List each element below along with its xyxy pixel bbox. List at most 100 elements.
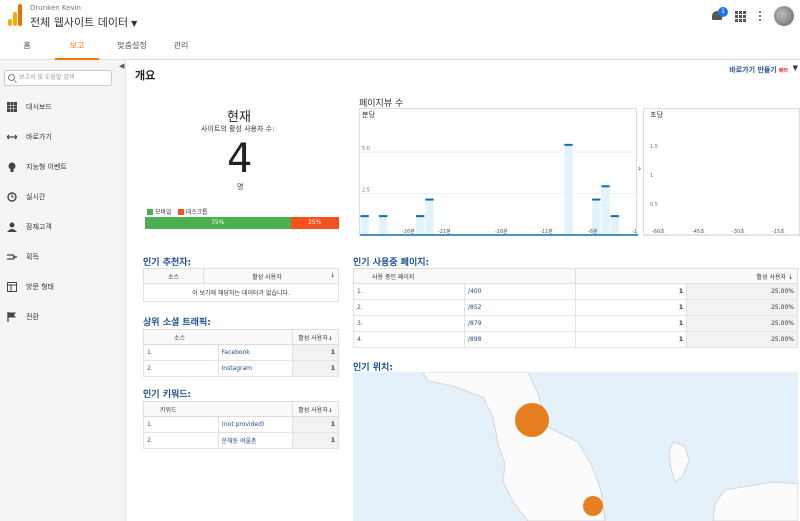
sidebar-item-shortcuts[interactable]: 바로가기 bbox=[0, 126, 126, 148]
sidebar-item-behavior[interactable]: 방문 형태 bbox=[0, 276, 126, 298]
page-path-link[interactable]: /898 bbox=[464, 331, 576, 348]
acquisition-icon bbox=[7, 254, 17, 260]
bar bbox=[601, 185, 610, 235]
social-source-link[interactable]: Facebook bbox=[217, 344, 293, 361]
tab-home[interactable]: 홈 bbox=[18, 32, 36, 60]
referrals-table: 소스 활성 사용자 ↓ 이 보기에 해당하는 데이터가 없습니다. bbox=[143, 268, 339, 302]
y-tick-label: 0.5 bbox=[650, 202, 658, 208]
page-path-link[interactable]: /879 bbox=[464, 315, 576, 332]
caret-down-icon[interactable]: ▼ bbox=[793, 64, 798, 72]
chart-nav-arrow-icon[interactable]: › bbox=[638, 164, 641, 173]
x-tick-label: -45초 bbox=[692, 229, 705, 235]
x-tick-label: -60초 bbox=[652, 229, 665, 235]
sidebar-item-conversions[interactable]: 전환 bbox=[0, 306, 126, 328]
apps-grid-icon[interactable] bbox=[735, 10, 746, 22]
table-row: 4. /898 1 25.00% bbox=[353, 331, 798, 348]
sidebar-item-intelligence[interactable]: 지능형 이벤트 bbox=[0, 156, 126, 178]
main-content: 개요 바로가기 만들기 베타 ▼ 현재 사이트의 활성 사용자 수: 4 명 모바… bbox=[127, 60, 800, 521]
location-bubble-seoul[interactable] bbox=[515, 403, 549, 437]
sidebar-item-acquisition[interactable]: 획득 bbox=[0, 246, 126, 268]
col-source[interactable]: 소스 bbox=[143, 329, 293, 345]
per-second-chart-svg: 초당 0.5 1 1.5 -60초 -45초 -30초 -15초 bbox=[644, 110, 800, 236]
locations-map[interactable] bbox=[353, 372, 798, 521]
keyword-link[interactable]: 운해동 여울촌 bbox=[217, 432, 293, 449]
col-source[interactable]: 소스 bbox=[143, 268, 204, 284]
active-pages-table: 사용 중인 페이지 활성 사용자 ↓ 1. /400 1 25.00% 2. /… bbox=[353, 268, 798, 348]
realtime-clock-icon bbox=[7, 192, 17, 202]
top-keywords-title: 인기 키워드: bbox=[143, 390, 192, 400]
account-name: Drunken Kevin bbox=[30, 4, 81, 12]
analytics-logo-icon[interactable] bbox=[8, 4, 22, 26]
active-users-count: 4 bbox=[227, 136, 253, 182]
active-users-subtitle: 사이트의 활성 사용자 수: bbox=[201, 125, 275, 133]
page-path-link[interactable]: /852 bbox=[464, 299, 576, 316]
create-shortcut-link[interactable]: 바로가기 만들기 베타 bbox=[729, 65, 788, 75]
location-bubble-busan[interactable] bbox=[583, 496, 603, 516]
search-input[interactable]: 보고서 및 도움말 검색 bbox=[4, 70, 112, 86]
x-tick-label: -15초 bbox=[772, 229, 785, 235]
table-row: 2. Instagram 1 bbox=[143, 360, 339, 377]
table-row: 1. (not provided) 1 bbox=[143, 416, 339, 433]
sidebar-item-label: 실시간 bbox=[26, 193, 46, 201]
table-row: 2. /852 1 25.00% bbox=[353, 299, 798, 316]
bar bbox=[379, 215, 388, 235]
keywords-table: 키워드 활성 사용자↓ 1. (not provided) 1 2. 운해동 여… bbox=[143, 401, 339, 449]
sidebar: 보고서 및 도움말 검색 대시보드 바로가기 지능형 이벤트 실시간 잠재고객 … bbox=[0, 60, 126, 521]
col-page[interactable]: 사용 중인 페이지 bbox=[353, 268, 576, 284]
collapse-sidebar-icon[interactable]: ◀ bbox=[119, 62, 124, 70]
col-active-users[interactable]: 활성 사용자 ↓ bbox=[575, 268, 798, 284]
col-keyword[interactable]: 키워드 bbox=[143, 401, 293, 417]
sidebar-item-realtime[interactable]: 실시간 bbox=[0, 186, 126, 208]
keyword-link[interactable]: (not provided) bbox=[217, 416, 293, 433]
tab-reports[interactable]: 보고 bbox=[55, 32, 99, 60]
bar bbox=[360, 215, 369, 235]
sidebar-item-label: 전환 bbox=[26, 313, 39, 321]
y-tick-label: 2.5 bbox=[362, 188, 370, 194]
col-active-users[interactable]: 활성 사용자↓ bbox=[292, 401, 339, 417]
tab-admin[interactable]: 관리 bbox=[168, 32, 194, 60]
sidebar-item-label: 바로가기 bbox=[26, 133, 52, 141]
caret-down-icon: ▼ bbox=[131, 19, 138, 28]
social-source-link[interactable]: Instagram bbox=[217, 360, 293, 377]
sidebar-item-label: 지능형 이벤트 bbox=[26, 163, 67, 171]
active-users-unit: 명 bbox=[237, 183, 244, 191]
tab-customization[interactable]: 맞춤설정 bbox=[112, 32, 152, 60]
legend-mobile: 모바일 bbox=[147, 207, 172, 216]
search-placeholder: 보고서 및 도움말 검색 bbox=[19, 74, 75, 81]
sidebar-item-label: 잠재고객 bbox=[26, 223, 52, 231]
sidebar-item-dashboard[interactable]: 대시보드 bbox=[0, 96, 126, 118]
table-row: 2. 운해동 여울촌 1 bbox=[143, 432, 339, 449]
bar-top bbox=[610, 215, 619, 218]
y-axis-label: 분당 bbox=[362, 110, 375, 119]
user-avatar[interactable] bbox=[774, 6, 794, 26]
desktop-share-segment: 25% bbox=[290, 217, 339, 229]
notification-badge: 1 bbox=[718, 7, 728, 17]
top-pages-title: 인기 사용중 페이지: bbox=[353, 258, 430, 268]
shortcut-arrows-icon bbox=[7, 134, 17, 140]
table-row: 3. /879 1 25.00% bbox=[353, 315, 798, 332]
x-tick-label: -11분 bbox=[540, 229, 553, 235]
y-tick-label: 1 bbox=[650, 173, 653, 179]
more-vert-icon[interactable] bbox=[758, 11, 762, 21]
lightbulb-icon bbox=[8, 162, 16, 172]
col-active-users[interactable]: 활성 사용자↓ bbox=[203, 268, 339, 284]
property-selector[interactable]: 전체 웹사이트 데이터 ▼ bbox=[30, 14, 137, 30]
bar-top bbox=[592, 198, 601, 201]
pageviews-per-minute-chart: 분당 2.5 5.0 -26분 -21분 -16분 -11분 -6분 -1 bbox=[359, 108, 638, 236]
x-tick-label: -6분 bbox=[588, 229, 598, 235]
top-referrals-title: 인기 추천자: bbox=[143, 258, 192, 268]
behavior-layout-icon bbox=[7, 282, 17, 292]
x-tick-label: -26분 bbox=[402, 229, 415, 235]
x-tick-label: -1 bbox=[632, 229, 637, 235]
dashboard-icon bbox=[7, 102, 17, 112]
right-now-label: 현재 bbox=[227, 110, 251, 125]
per-minute-chart-svg: 분당 2.5 5.0 -26분 -21분 -16분 -11분 -6분 -1 bbox=[360, 110, 638, 236]
y-tick-label: 5.0 bbox=[362, 146, 370, 152]
search-icon bbox=[8, 74, 15, 81]
sidebar-item-audience[interactable]: 잠재고객 bbox=[0, 216, 126, 238]
notifications-bell-icon[interactable]: 1 bbox=[711, 7, 728, 22]
social-table: 소스 활성 사용자↓ 1. Facebook 1 2. Instagram 1 bbox=[143, 329, 339, 377]
y-tick-label: 1.5 bbox=[650, 144, 658, 150]
col-active-users[interactable]: 활성 사용자↓ bbox=[292, 329, 339, 345]
page-path-link[interactable]: /400 bbox=[464, 283, 576, 300]
